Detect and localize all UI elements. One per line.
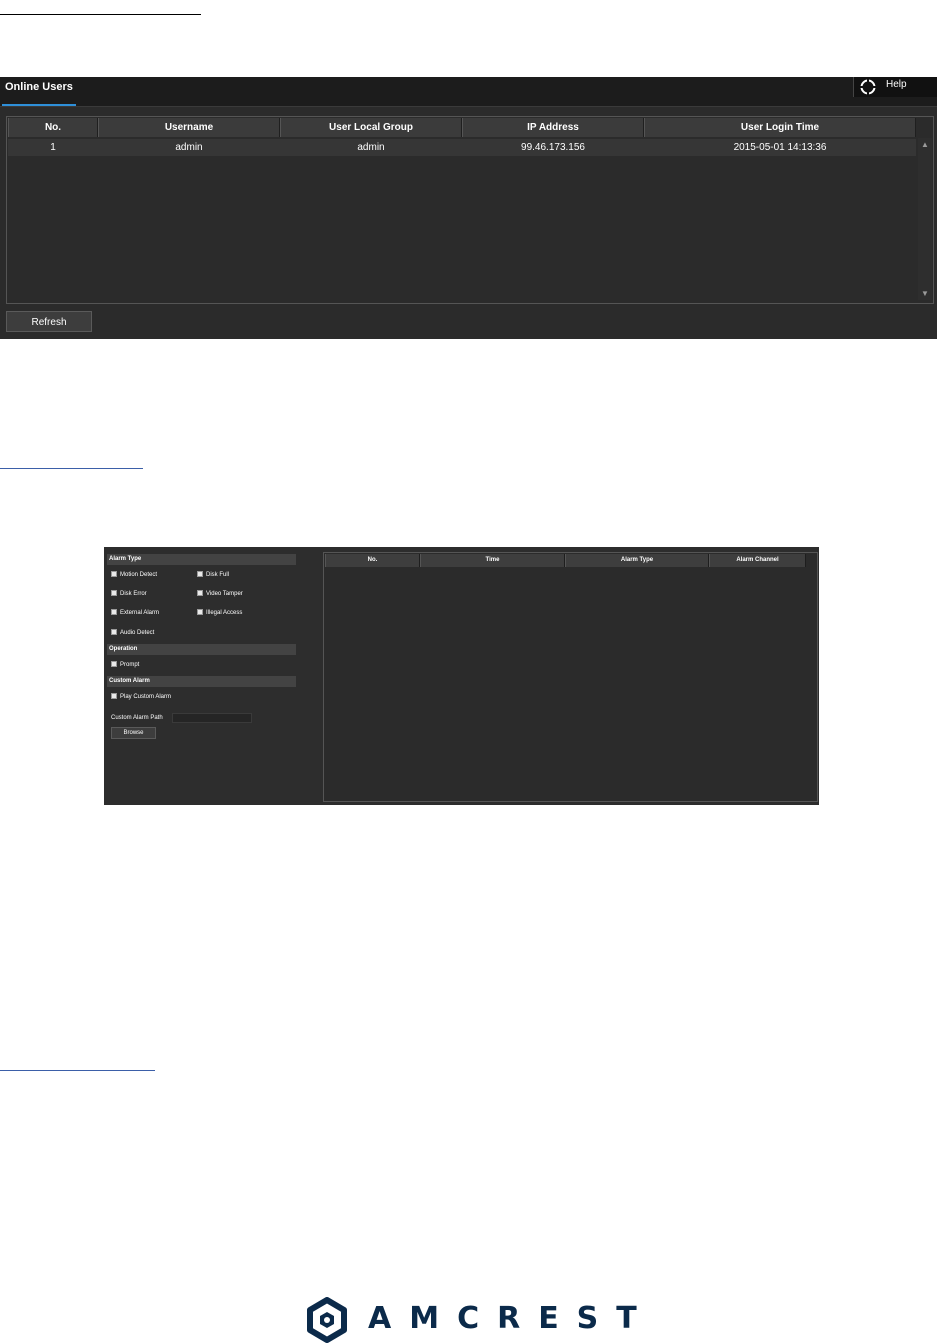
checkbox-audio-detect[interactable]: Audio Detect [111,628,154,638]
cell-login-time: 2015-05-01 14:13:36 [733,142,827,153]
section-operation: Operation [107,644,296,655]
checkbox-motion-detect[interactable]: Motion Detect [111,570,157,580]
heading-underline [0,468,143,469]
alarm-panel: Alarm Type Motion Detect Disk Full Disk … [104,547,819,805]
cell-group: admin [357,142,385,153]
lifebuoy-icon [860,79,876,95]
checkbox-video-tamper[interactable]: Video Tamper [197,589,243,599]
checkbox-box[interactable] [197,609,203,616]
tab-bar: Online Users Help [0,77,937,107]
checkbox-label: Motion Detect [120,572,158,578]
column-header-alarm-channel: Alarm Channel [709,554,806,567]
checkbox-box[interactable] [111,609,117,616]
scroll-down-icon[interactable]: ▼ [921,289,929,298]
column-header-ip: IP Address [462,118,644,137]
checkbox-disk-full[interactable]: Disk Full [197,570,229,580]
checkbox-illegal-access[interactable]: Illegal Access [197,608,242,618]
checkbox-box[interactable] [111,661,117,668]
checkbox-box[interactable] [197,571,203,578]
section-alarm-type: Alarm Type [107,554,296,565]
amcrest-hexagon-icon [307,1297,347,1343]
cell-ip: 99.46.173.156 [521,142,585,153]
custom-alarm-path-input[interactable] [172,713,252,723]
refresh-button[interactable]: Refresh [6,311,92,332]
checkbox-box[interactable] [111,693,117,700]
column-header-group: User Local Group [280,118,462,137]
checkbox-label: Video Tamper [206,591,243,597]
heading-underline [0,14,201,15]
checkbox-box[interactable] [111,571,117,578]
heading-underline [0,1070,155,1071]
checkbox-label: Play Custom Alarm [120,694,172,700]
checkbox-external-alarm[interactable]: External Alarm [111,608,159,618]
column-header-no: No. [325,554,420,567]
checkbox-prompt[interactable]: Prompt [111,660,139,670]
online-users-table: No. Username User Local Group IP Address… [6,116,934,304]
column-header-username: Username [98,118,280,137]
scroll-up-icon[interactable]: ▲ [921,140,929,149]
checkbox-label: Disk Error [120,591,147,597]
logo-text: AMCREST [368,1301,655,1336]
cell-no: 1 [50,142,56,153]
section-custom-alarm: Custom Alarm [107,676,296,687]
checkbox-label: Prompt [120,662,140,668]
checkbox-disk-error[interactable]: Disk Error [111,589,147,599]
column-header-alarm-type: Alarm Type [565,554,709,567]
help-label: Help [886,79,907,90]
checkbox-play-custom-alarm[interactable]: Play Custom Alarm [111,692,171,702]
alarm-table: No. Time Alarm Type Alarm Channel [323,552,818,802]
table-scrollbar[interactable]: ▲ ▼ [918,138,932,300]
column-header-login-time: User Login Time [644,118,916,137]
browse-button[interactable]: Browse [111,727,156,739]
checkbox-box[interactable] [197,590,203,597]
checkbox-label: External Alarm [120,610,160,616]
cell-username: admin [175,142,203,153]
checkbox-box[interactable] [111,590,117,597]
checkbox-box[interactable] [111,629,117,636]
online-users-panel: Online Users Help No. Username User Loca… [0,77,937,339]
table-row[interactable]: 1 admin admin 99.46.173.156 2015-05-01 1… [8,139,916,156]
custom-alarm-path-label: Custom Alarm Path [111,715,163,721]
help-button[interactable]: Help [853,77,937,97]
checkbox-label: Audio Detect [120,630,155,636]
checkbox-label: Illegal Access [206,610,243,616]
tab-online-users[interactable]: Online Users [2,77,76,106]
checkbox-label: Disk Full [206,572,230,578]
column-header-time: Time [420,554,565,567]
column-header-no: No. [8,118,98,137]
